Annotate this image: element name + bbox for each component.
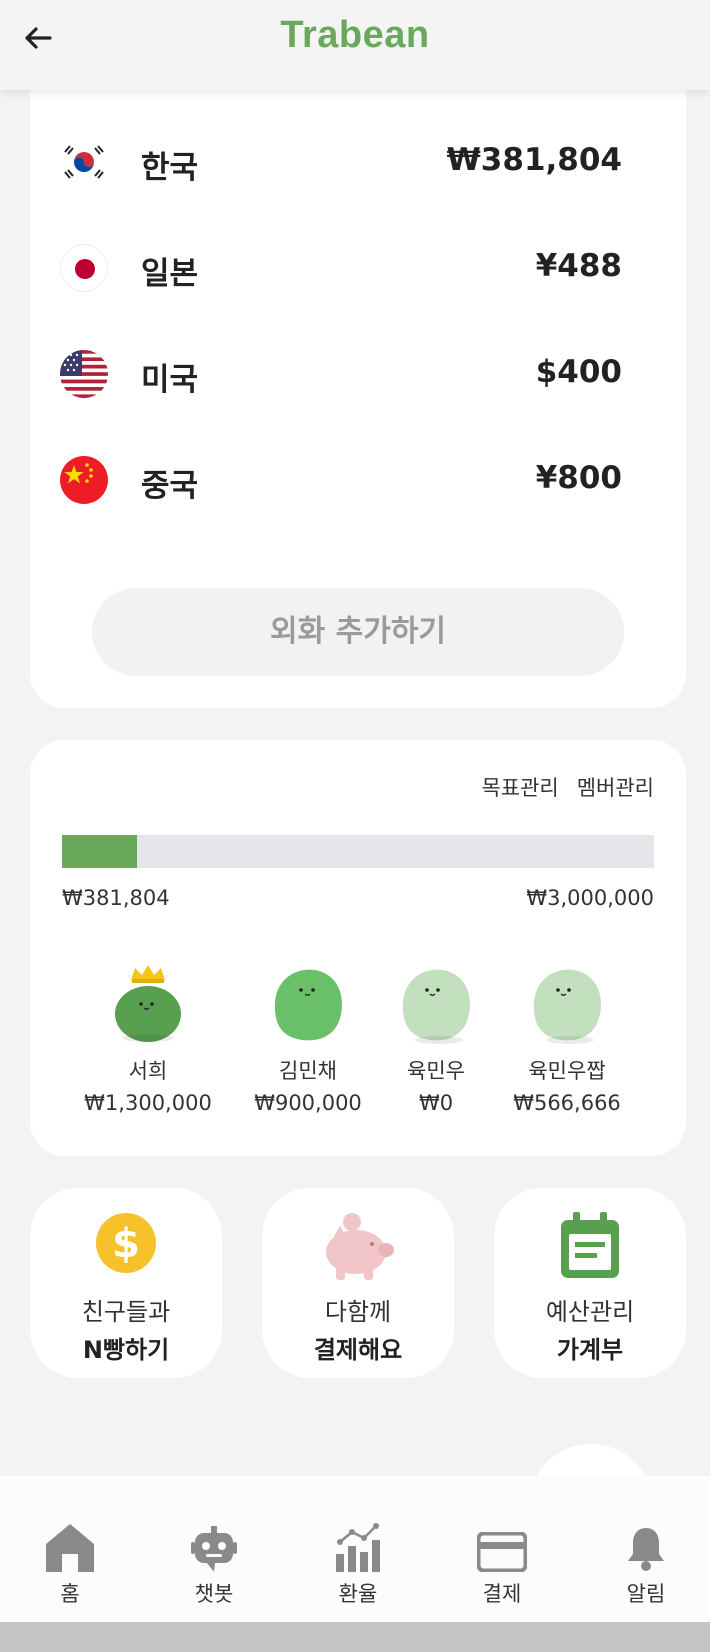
goal-card: 목표관리 멤버관리 ₩381,804 ₩3,000,000 서희 ₩1,300,…	[30, 740, 686, 1156]
bean-icon	[402, 969, 470, 1044]
app-header: Trabean	[0, 0, 710, 90]
us-flag-icon	[60, 350, 108, 398]
goal-target-amount: ₩3,000,000	[526, 886, 654, 910]
goal-progress-fill	[62, 835, 138, 868]
chart-icon	[336, 1523, 380, 1572]
currency-row[interactable]: 미국 $400	[30, 344, 654, 404]
dollar-coin-icon: $	[96, 1213, 156, 1273]
member-item[interactable]: 김민채 ₩900,000	[238, 962, 378, 1119]
calendar-icon	[561, 1212, 619, 1278]
member-amount: ₩0	[418, 1091, 454, 1115]
tab-payment[interactable]: 결제	[452, 1516, 552, 1608]
member-name: 육민우짭	[528, 1059, 606, 1083]
group-pay-tile[interactable]: 다함께 결제해요	[262, 1188, 454, 1378]
member-avatar	[263, 962, 353, 1047]
tab-home[interactable]: 홈	[20, 1516, 120, 1608]
member-item[interactable]: 육민우짭 ₩566,666	[497, 962, 637, 1119]
member-avatar	[391, 962, 481, 1047]
tile-line2: 가계부	[556, 1336, 624, 1364]
currency-amount: $400	[535, 354, 622, 390]
currency-amount: ¥800	[535, 460, 622, 496]
robot-icon	[191, 1526, 237, 1572]
goal-current-amount: ₩381,804	[62, 886, 170, 910]
app-title: Trabean	[280, 14, 430, 56]
crown-bean-icon	[115, 965, 181, 1042]
tab-label: 홈	[60, 1582, 80, 1606]
tile-line1: 예산관리	[545, 1298, 635, 1326]
tab-label: 결제	[482, 1582, 522, 1606]
bean-icon	[533, 969, 601, 1044]
tab-label: 챗봇	[194, 1582, 234, 1606]
member-avatar	[522, 962, 612, 1047]
member-avatar	[103, 962, 193, 1047]
currency-card: 한국 ₩381,804 일본 ¥488 미국 $400 중국 ¥800 외화 추…	[30, 60, 686, 708]
currency-amount: ₩381,804	[446, 142, 622, 178]
member-item[interactable]: 서희 ₩1,300,000	[78, 962, 218, 1119]
member-name: 김민채	[279, 1059, 337, 1083]
member-item[interactable]: 육민우 ₩0	[366, 962, 506, 1119]
currency-row[interactable]: 한국 ₩381,804	[30, 132, 654, 192]
tab-label: 환율	[338, 1582, 378, 1606]
tile-line1: 다함께	[324, 1298, 392, 1326]
currency-row[interactable]: 일본 ¥488	[30, 238, 654, 298]
bean-icon	[274, 969, 342, 1041]
goal-links: 목표관리 멤버관리	[481, 772, 654, 802]
kr-flag-icon	[60, 138, 108, 186]
bell-icon	[628, 1528, 664, 1571]
currency-country: 일본	[141, 256, 199, 292]
cn-flag-icon	[60, 456, 108, 504]
split-bill-tile[interactable]: $ 친구들과 N빵하기	[30, 1188, 222, 1378]
currency-amount: ¥488	[535, 248, 622, 284]
tab-exchange[interactable]: 환율	[308, 1516, 408, 1608]
member-name: 육민우	[407, 1059, 465, 1083]
add-currency-button[interactable]: 외화 추가하기	[92, 588, 624, 676]
currency-country: 중국	[141, 468, 199, 504]
tile-line1: 친구들과	[81, 1298, 171, 1326]
bottom-tab-bar: 홈 챗봇 환율 결제 알림	[0, 1476, 710, 1622]
home-icon	[46, 1524, 94, 1572]
currency-country: 미국	[141, 362, 199, 398]
goal-progress-bar	[62, 835, 654, 868]
tab-notifications[interactable]: 알림	[596, 1516, 696, 1608]
member-amount: ₩566,666	[513, 1091, 621, 1115]
piggy-bank-icon	[326, 1213, 394, 1280]
credit-card-icon	[477, 1532, 527, 1572]
tile-line2: N빵하기	[82, 1336, 170, 1364]
member-manage-link[interactable]: 멤버관리	[577, 772, 654, 802]
member-name: 서희	[128, 1059, 168, 1083]
currency-row[interactable]: 중국 ¥800	[30, 450, 654, 510]
member-amount: ₩1,300,000	[84, 1091, 212, 1115]
currency-country: 한국	[141, 150, 199, 186]
tab-chatbot[interactable]: 챗봇	[164, 1516, 264, 1608]
tile-line2: 결제해요	[313, 1336, 403, 1364]
member-amount: ₩900,000	[254, 1091, 362, 1115]
budget-tile[interactable]: 예산관리 가계부	[494, 1188, 686, 1378]
tab-label: 알림	[626, 1582, 666, 1606]
goal-manage-link[interactable]: 목표관리	[481, 772, 558, 802]
svg-text:$: $	[112, 1221, 140, 1267]
jp-flag-icon	[60, 244, 108, 292]
system-nav-strip	[0, 1622, 710, 1652]
